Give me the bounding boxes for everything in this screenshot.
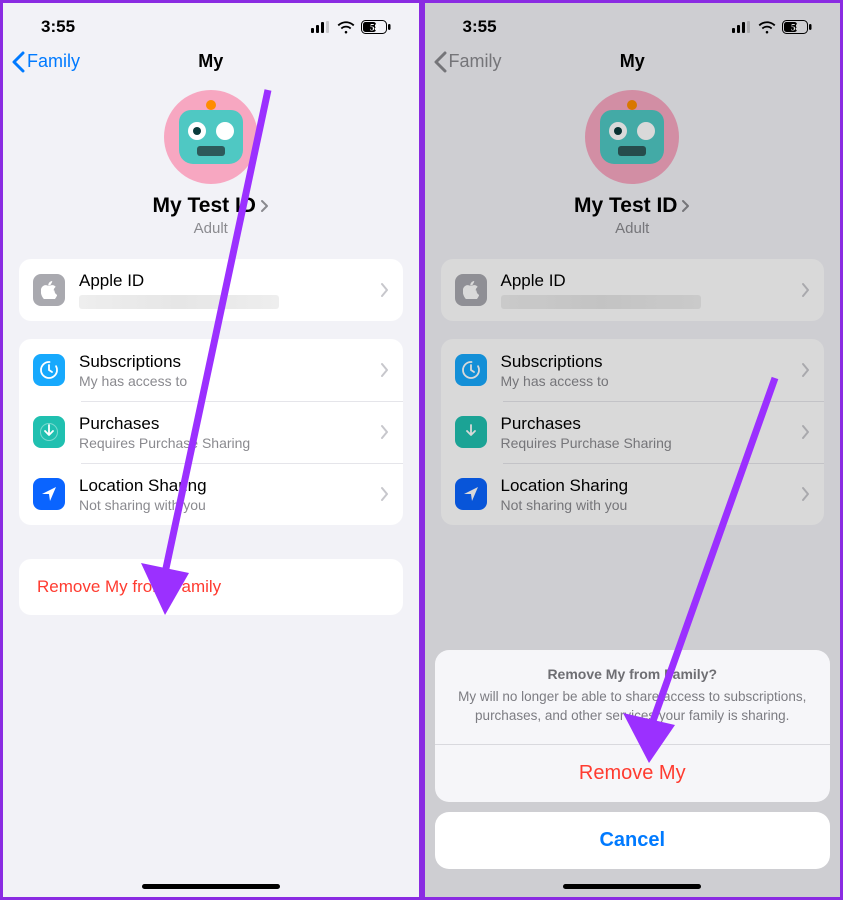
remove-from-family-button[interactable]: Remove My from Family (19, 559, 403, 615)
profile-role: Adult (3, 220, 419, 237)
row-subscriptions[interactable]: Subscriptions My has access to (19, 339, 403, 401)
row-label: Purchases (79, 414, 366, 434)
action-sheet-title: Remove My from Family? (453, 666, 813, 682)
row-label: Apple ID (79, 271, 366, 291)
status-bar: 3:55 58 (3, 3, 419, 43)
chevron-right-icon (380, 486, 389, 502)
row-apple-id[interactable]: Apple ID (19, 259, 403, 321)
screenshot-right: 3:55 58 Family My My Test ID Adult (422, 0, 843, 900)
chevron-right-icon (380, 282, 389, 298)
status-icons: 58 (311, 20, 391, 34)
profile-header[interactable]: My Test ID Adult (3, 84, 419, 241)
action-sheet-header: Remove My from Family? My will no longer… (435, 650, 831, 744)
action-sheet: Remove My from Family? My will no longer… (425, 3, 841, 897)
row-sub-redacted (79, 295, 279, 309)
back-button[interactable]: Family (11, 51, 80, 73)
screenshot-left: 3:55 58 Family My My Test ID Adult (0, 0, 422, 900)
cancel-button[interactable]: Cancel (435, 812, 831, 869)
nav-bar: Family My (3, 43, 419, 84)
subscriptions-icon (33, 354, 65, 386)
home-indicator[interactable] (142, 884, 280, 889)
row-label: Subscriptions (79, 352, 366, 372)
list-group-apple-id: Apple ID (19, 259, 403, 321)
profile-name: My Test ID (153, 194, 256, 218)
battery-icon: 58 (361, 20, 391, 34)
profile-name-row: My Test ID (153, 194, 269, 218)
row-label: Location Sharing (79, 476, 366, 496)
wifi-icon (337, 21, 355, 34)
home-indicator[interactable] (563, 884, 701, 889)
row-sub: Not sharing with you (79, 497, 366, 513)
avatar (164, 90, 258, 184)
row-location[interactable]: Location Sharing Not sharing with you (19, 463, 403, 525)
row-sub: Requires Purchase Sharing (79, 435, 366, 451)
chevron-right-icon (260, 199, 269, 213)
action-sheet-description: My will no longer be able to share acces… (453, 688, 813, 726)
svg-text:58: 58 (370, 22, 380, 32)
chevron-right-icon (380, 362, 389, 378)
page-title: My (198, 51, 223, 72)
location-icon (33, 478, 65, 510)
purchases-icon (33, 416, 65, 448)
remove-confirm-button[interactable]: Remove My (435, 745, 831, 802)
cellular-icon (311, 21, 331, 33)
row-sub: My has access to (79, 373, 366, 389)
list-group-remove: Remove My from Family (19, 559, 403, 615)
list-group-sharing: Subscriptions My has access to Purchases… (19, 339, 403, 525)
status-time: 3:55 (41, 17, 75, 37)
back-label: Family (27, 51, 80, 72)
chevron-left-icon (11, 51, 25, 73)
row-purchases[interactable]: Purchases Requires Purchase Sharing (19, 401, 403, 463)
action-sheet-card: Remove My from Family? My will no longer… (435, 650, 831, 802)
chevron-right-icon (380, 424, 389, 440)
apple-icon (33, 274, 65, 306)
